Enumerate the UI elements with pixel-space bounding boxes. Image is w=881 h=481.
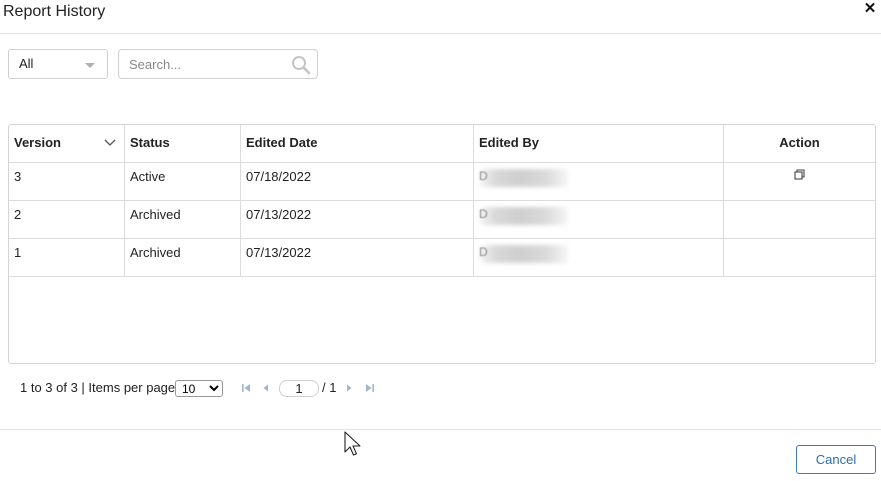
column-header-label: Version — [14, 135, 61, 150]
version-cell: 2 — [9, 201, 125, 238]
edited-date-cell: 07/18/2022 — [241, 163, 474, 200]
search-icon[interactable] — [291, 55, 311, 75]
search-input[interactable] — [119, 50, 289, 78]
column-header-edited-by[interactable]: Edited By — [474, 125, 724, 162]
redacted-name: D — [479, 245, 568, 263]
column-header-edited-date[interactable]: Edited Date — [241, 125, 474, 162]
status-filter-select[interactable]: All — [8, 49, 108, 79]
column-header-version[interactable]: Version — [9, 125, 125, 162]
redacted-name: D — [479, 169, 568, 187]
edited-by-cell: D — [474, 163, 724, 200]
footer-divider — [0, 429, 881, 430]
action-cell — [724, 239, 875, 276]
table-row[interactable]: 3 Active 07/18/2022 D — [9, 163, 875, 201]
edited-by-initial: D — [479, 169, 488, 183]
table-row[interactable]: 2 Archived 07/13/2022 D — [9, 201, 875, 239]
next-page-icon[interactable] — [343, 382, 355, 394]
search-box — [118, 49, 318, 79]
caret-down-icon — [85, 63, 95, 68]
action-cell — [724, 163, 875, 200]
header-divider — [0, 33, 881, 34]
cancel-button[interactable]: Cancel — [796, 445, 876, 474]
dialog-title: Report History — [3, 3, 106, 20]
total-pages: / 1 — [322, 380, 337, 395]
edited-date-cell: 07/13/2022 — [241, 239, 474, 276]
restore-icon[interactable] — [794, 169, 805, 180]
last-page-icon[interactable] — [364, 382, 376, 394]
chevron-down-icon[interactable] — [104, 138, 116, 148]
close-icon[interactable]: ✕ — [863, 1, 877, 17]
column-header-status[interactable]: Status — [125, 125, 241, 162]
current-page-input[interactable] — [279, 380, 319, 397]
edited-by-cell: D — [474, 239, 724, 276]
edited-date-cell: 07/13/2022 — [241, 201, 474, 238]
status-cell: Active — [125, 163, 241, 200]
previous-page-icon[interactable] — [260, 382, 272, 394]
history-grid: Version Status Edited Date Edited By Act… — [8, 124, 876, 364]
status-cell: Archived — [125, 239, 241, 276]
status-filter-value: All — [19, 56, 34, 71]
status-cell: Archived — [125, 201, 241, 238]
pagination-summary: 1 to 3 of 3 | Items per page — [20, 380, 176, 395]
redacted-name: D — [479, 207, 568, 225]
edited-by-initial: D — [479, 207, 488, 221]
mouse-pointer-icon — [344, 431, 361, 456]
edited-by-cell: D — [474, 201, 724, 238]
first-page-icon[interactable] — [240, 382, 252, 394]
version-cell: 3 — [9, 163, 125, 200]
items-per-page-select[interactable]: 10 — [175, 380, 223, 397]
edited-by-initial: D — [479, 245, 488, 259]
version-cell: 1 — [9, 239, 125, 276]
action-cell — [724, 201, 875, 238]
table-row[interactable]: 1 Archived 07/13/2022 D — [9, 239, 875, 277]
column-header-action: Action — [779, 135, 820, 150]
grid-header-row: Version Status Edited Date Edited By Act… — [9, 125, 875, 163]
